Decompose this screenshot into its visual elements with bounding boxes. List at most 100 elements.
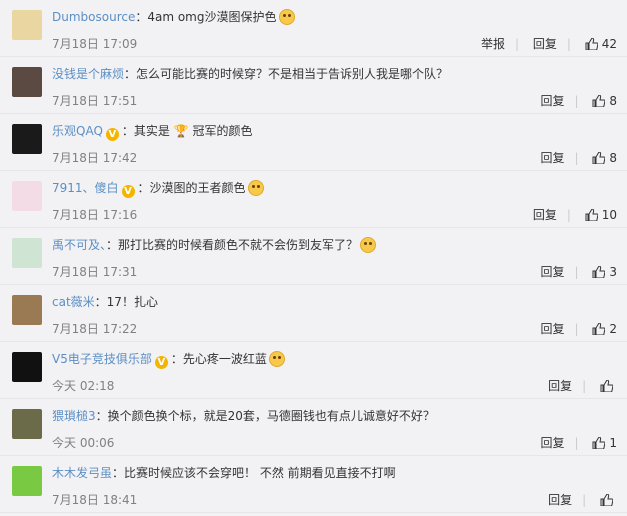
like-button[interactable] [600,377,617,395]
reply-button[interactable]: 回复 [540,436,564,450]
comment-text: ：其实是 🏆 冠军的颜色 [121,124,253,138]
comment-text: ：先心疼一波红蓝 [170,352,267,366]
thumbs-up-icon [600,494,613,506]
comment-body: 没钱是个麻烦：怎么可能比赛的时候穿？不是相当于告诉别人我是哪个队？ [52,65,617,83]
comment-body: 木木发弓虽：比赛时候应该不会穿吧！ 不然 前期看见直接不打啊 [52,464,617,482]
avatar[interactable] [12,10,42,40]
divider: | [566,208,571,222]
thumbs-up-icon [592,437,606,449]
username-link[interactable]: 7911、傻白 [52,181,119,195]
emoji-icon [278,9,295,25]
comment-time: 7月18日 17:31 [52,265,138,279]
divider: | [582,493,587,507]
avatar[interactable] [12,181,42,211]
avatar[interactable] [12,409,42,439]
comment-text: ：17！扎心 [94,295,158,309]
comment-actions: 回复 | 8 [530,149,617,167]
avatar[interactable] [12,466,42,496]
avatar[interactable] [12,124,42,154]
comment-body: 禹不可及、：那打比赛的时候看颜色不就不会伤到友军了？ [52,236,617,254]
avatar[interactable] [12,67,42,97]
comment-time: 7月18日 17:51 [52,94,138,108]
like-button[interactable]: 8 [592,92,617,110]
comment-item: V5电子竞技俱乐部 V ：先心疼一波红蓝 今天 02:18 回复 | [0,342,627,399]
comment-item: 猥瑣槌3：换个颜色换个标，就是20套，马德圈钱也有点儿诚意好不好？ 今天 00:… [0,399,627,456]
thumbs-up-icon [600,380,613,392]
comment-actions: 回复 | 2 [530,320,617,338]
comment-item: Dumbosource：4am omg沙漠图保护色 7月18日 17:09 举报… [0,0,627,57]
like-button[interactable]: 2 [592,320,617,338]
like-button[interactable]: 1 [592,434,617,452]
username-link[interactable]: cat薇米 [52,295,95,309]
username-link[interactable]: V5电子竞技俱乐部 [52,352,152,366]
like-count: 8 [609,151,617,165]
like-count: 10 [601,208,617,222]
comment-text: ：比赛时候应该不会穿吧！ 不然 前期看见直接不打啊 [112,466,396,480]
reply-button[interactable]: 回复 [548,379,572,393]
reply-button[interactable]: 回复 [540,94,564,108]
comment-text: ：那打比赛的时候看颜色不就不会伤到友军了？ [106,238,359,252]
comment-body: 猥瑣槌3：换个颜色换个标，就是20套，马德圈钱也有点儿诚意好不好？ [52,407,617,425]
comment-item: 木木发弓虽：比赛时候应该不会穿吧！ 不然 前期看见直接不打啊 7月18日 18:… [0,456,627,513]
username-link[interactable]: 禹不可及、 [52,238,106,252]
divider: | [574,151,579,165]
like-count: 42 [601,37,617,51]
comment-meta: 7月18日 17:16 回复 | 10 [52,206,617,224]
comment-text: ：怎么可能比赛的时候穿？不是相当于告诉别人我是哪个队？ [124,67,449,81]
username-link[interactable]: Dumbosource [52,10,135,24]
thumbs-up-icon [592,323,606,335]
emoji-icon [360,237,377,253]
like-button[interactable]: 8 [592,149,617,167]
reply-button[interactable]: 回复 [548,493,572,507]
like-count: 3 [609,265,617,279]
comment-meta: 7月18日 17:31 回复 | 3 [52,263,617,281]
comment-actions: 回复 | 3 [530,263,617,281]
reply-button[interactable]: 回复 [540,151,564,165]
avatar[interactable] [12,295,42,325]
comment-time: 7月18日 17:42 [52,151,138,165]
like-button[interactable]: 3 [592,263,617,281]
comment-item: 没钱是个麻烦：怎么可能比赛的时候穿？不是相当于告诉别人我是哪个队？ 7月18日 … [0,57,627,114]
username-link[interactable]: 没钱是个麻烦 [52,67,124,81]
comment-item: cat薇米：17！扎心 7月18日 17:22 回复 | 2 [0,285,627,342]
like-count: 8 [609,94,617,108]
verified-badge-icon: V [154,356,168,369]
reply-button[interactable]: 回复 [533,208,557,222]
reply-button[interactable]: 回复 [540,265,564,279]
comment-body: cat薇米：17！扎心 [52,293,617,311]
verified-badge-icon: V [121,185,135,198]
thumbs-up-icon [592,152,606,164]
emoji-icon [247,180,264,196]
comment-meta: 7月18日 17:22 回复 | 2 [52,320,617,338]
thumbs-up-icon [585,38,598,50]
comment-meta: 今天 02:18 回复 | [52,377,617,395]
username-link[interactable]: 乐观QAQ [52,124,103,138]
report-button[interactable]: 举报 [481,37,505,51]
avatar[interactable] [12,352,42,382]
like-button[interactable] [600,491,617,509]
comment-text: ：沙漠图的王者颜色 [137,181,246,195]
like-count: 2 [609,322,617,336]
comment-meta: 7月18日 17:42 回复 | 8 [52,149,617,167]
like-button[interactable]: 10 [585,206,617,224]
comment-meta: 7月18日 17:51 回复 | 8 [52,92,617,110]
reply-button[interactable]: 回复 [533,37,557,51]
comment-actions: 回复 | 8 [530,92,617,110]
thumbs-up-icon [592,95,606,107]
like-count: 1 [609,436,617,450]
comment-time: 今天 00:06 [52,436,115,450]
comment-item: 乐观QAQ V ：其实是 🏆 冠军的颜色 7月18日 17:42 回复 | 8 [0,114,627,171]
emoji-icon [268,351,285,367]
like-button[interactable]: 42 [585,35,617,53]
comment-text: ：换个颜色换个标，就是20套，马德圈钱也有点儿诚意好不好？ [95,409,435,423]
verified-badge-icon: V [105,128,119,141]
divider: | [574,265,579,279]
reply-button[interactable]: 回复 [540,322,564,336]
username-link[interactable]: 猥瑣槌3 [52,409,96,423]
avatar[interactable] [12,238,42,268]
thumbs-up-icon [592,266,606,278]
divider: | [574,94,579,108]
comment-time: 7月18日 17:22 [52,322,138,336]
username-link[interactable]: 木木发弓虽 [52,466,112,480]
comment-meta: 今天 00:06 回复 | 1 [52,434,617,452]
